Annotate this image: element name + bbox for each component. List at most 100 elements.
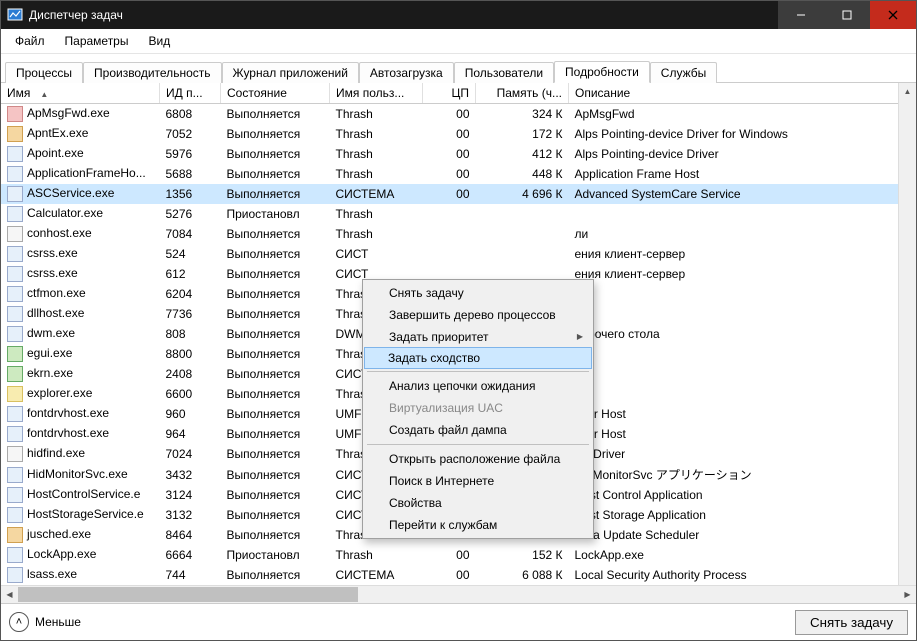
cell: Host Control Application bbox=[569, 485, 917, 505]
cell: Приостановл bbox=[221, 545, 330, 565]
cell: 00 bbox=[423, 565, 476, 585]
cell: explorer.exe bbox=[1, 384, 160, 404]
cell: egui.exe bbox=[1, 344, 160, 364]
fewer-details-button[interactable]: ˄ Меньше bbox=[9, 612, 81, 632]
table-row[interactable]: LockApp.exe6664ПриостановлThrash00152 КL… bbox=[1, 545, 916, 565]
table-row[interactable]: csrss.exe524ВыполняетсяСИСТения клиент-с… bbox=[1, 244, 916, 264]
tab-2[interactable]: Журнал приложений bbox=[222, 62, 359, 83]
h-scroll-thumb[interactable] bbox=[18, 587, 358, 602]
cell: 960 bbox=[160, 404, 221, 424]
cell: Thrash bbox=[330, 545, 423, 565]
scroll-up-icon[interactable]: ▲ bbox=[899, 83, 916, 100]
cell: dwm.exe bbox=[1, 324, 160, 344]
cell: 7736 bbox=[160, 304, 221, 324]
menu-separator bbox=[367, 444, 589, 445]
tab-1[interactable]: Производительность bbox=[83, 62, 221, 83]
table-row[interactable]: ASCService.exe1356ВыполняетсяСИСТЕМА004 … bbox=[1, 184, 916, 204]
cell: Выполняется bbox=[221, 224, 330, 244]
cell: HostControlService.e bbox=[1, 485, 160, 505]
close-button[interactable] bbox=[870, 1, 916, 29]
cell: 524 bbox=[160, 244, 221, 264]
cell bbox=[423, 224, 476, 244]
col-header[interactable]: Память (ч... bbox=[476, 83, 569, 104]
col-header[interactable]: Имя польз... bbox=[330, 83, 423, 104]
context-menu-item[interactable]: Свойства bbox=[365, 492, 591, 514]
cell: Выполняется bbox=[221, 144, 330, 164]
context-menu-item[interactable]: Анализ цепочки ожидания bbox=[365, 375, 591, 397]
cell: hidfind.exe bbox=[1, 444, 160, 464]
cell: HostStorageService.e bbox=[1, 505, 160, 525]
cell: Thrash bbox=[330, 104, 423, 125]
menu-вид[interactable]: Вид bbox=[140, 32, 178, 50]
cell: Выполняется bbox=[221, 485, 330, 505]
cell: Выполняется bbox=[221, 464, 330, 485]
app-icon bbox=[7, 7, 23, 23]
cell bbox=[423, 204, 476, 224]
table-row[interactable]: lsass.exe744ВыполняетсяСИСТЕМА006 088 КL… bbox=[1, 565, 916, 585]
col-header[interactable]: Описание bbox=[569, 83, 917, 104]
cell: Advanced SystemCare Service bbox=[569, 184, 917, 204]
cell: Apoint.exe bbox=[1, 144, 160, 164]
cell: ли bbox=[569, 224, 917, 244]
cell: HidMonitorSvc.exe bbox=[1, 464, 160, 485]
cell: Выполняется bbox=[221, 164, 330, 184]
cell: Выполняется bbox=[221, 384, 330, 404]
cell: Выполняется bbox=[221, 424, 330, 444]
col-header[interactable]: Имя bbox=[1, 83, 160, 104]
cell: ApplicationFrameHo... bbox=[1, 164, 160, 184]
cell: 5688 bbox=[160, 164, 221, 184]
context-menu-item[interactable]: Поиск в Интернете bbox=[365, 470, 591, 492]
cell: Thrash bbox=[330, 144, 423, 164]
process-name: ApntEx.exe bbox=[27, 126, 88, 140]
cell: ApMsgFwd.exe bbox=[1, 104, 160, 125]
vertical-scrollbar[interactable]: ▲ bbox=[898, 83, 916, 585]
context-menu-item[interactable]: Задать сходство bbox=[364, 347, 592, 369]
cell: LockApp.exe bbox=[569, 545, 917, 565]
table-row[interactable]: conhost.exe7084ВыполняетсяThrashли bbox=[1, 224, 916, 244]
process-icon bbox=[7, 346, 23, 362]
cell: Thrash bbox=[330, 164, 423, 184]
col-header[interactable]: ИД п... bbox=[160, 83, 221, 104]
col-header[interactable]: ЦП bbox=[423, 83, 476, 104]
process-name: LockApp.exe bbox=[27, 547, 96, 561]
horizontal-scrollbar[interactable]: ◀ ▶ bbox=[1, 585, 916, 603]
process-name: lsass.exe bbox=[27, 567, 77, 581]
cell: Выполняется bbox=[221, 404, 330, 424]
cell: jusched.exe bbox=[1, 525, 160, 545]
context-menu-item[interactable]: Перейти к службам bbox=[365, 514, 591, 536]
context-menu-item[interactable]: Создать файл дампа bbox=[365, 419, 591, 441]
table-row[interactable]: Apoint.exe5976ВыполняетсяThrash00412 КAl… bbox=[1, 144, 916, 164]
cell: Calculator.exe bbox=[1, 204, 160, 224]
scroll-left-icon[interactable]: ◀ bbox=[1, 586, 18, 603]
col-header[interactable]: Состояние bbox=[221, 83, 330, 104]
cell: csrss.exe bbox=[1, 244, 160, 264]
process-icon bbox=[7, 467, 23, 483]
cell: 2408 bbox=[160, 364, 221, 384]
context-menu-item[interactable]: Задать приоритет bbox=[365, 326, 591, 348]
context-menu-item[interactable]: Завершить дерево процессов bbox=[365, 304, 591, 326]
context-menu-item[interactable]: Снять задачу bbox=[365, 282, 591, 304]
scroll-right-icon[interactable]: ▶ bbox=[899, 586, 916, 603]
process-name: ApMsgFwd.exe bbox=[27, 106, 110, 120]
process-icon bbox=[7, 567, 23, 583]
cell: Выполняется bbox=[221, 565, 330, 585]
maximize-button[interactable] bbox=[824, 1, 870, 29]
table-row[interactable]: ApplicationFrameHo...5688ВыполняетсяThra… bbox=[1, 164, 916, 184]
tab-6[interactable]: Службы bbox=[650, 62, 717, 83]
context-menu-item[interactable]: Открыть расположение файла bbox=[365, 448, 591, 470]
tab-0[interactable]: Процессы bbox=[5, 62, 83, 83]
end-task-button[interactable]: Снять задачу bbox=[795, 610, 908, 635]
menu-файл[interactable]: Файл bbox=[7, 32, 53, 50]
menu-параметры[interactable]: Параметры bbox=[57, 32, 137, 50]
cell: 744 bbox=[160, 565, 221, 585]
menubar: ФайлПараметрыВид bbox=[1, 29, 916, 54]
minimize-button[interactable] bbox=[778, 1, 824, 29]
table-row[interactable]: Calculator.exe5276ПриостановлThrash bbox=[1, 204, 916, 224]
table-row[interactable]: ApMsgFwd.exe6808ВыполняетсяThrash00324 К… bbox=[1, 104, 916, 125]
tab-4[interactable]: Пользователи bbox=[454, 62, 554, 83]
tab-3[interactable]: Автозагрузка bbox=[359, 62, 454, 83]
table-row[interactable]: ApntEx.exe7052ВыполняетсяThrash00172 КAl… bbox=[1, 124, 916, 144]
process-name: fontdrvhost.exe bbox=[27, 426, 109, 440]
cell: 152 К bbox=[476, 545, 569, 565]
tab-5[interactable]: Подробности bbox=[554, 61, 650, 83]
